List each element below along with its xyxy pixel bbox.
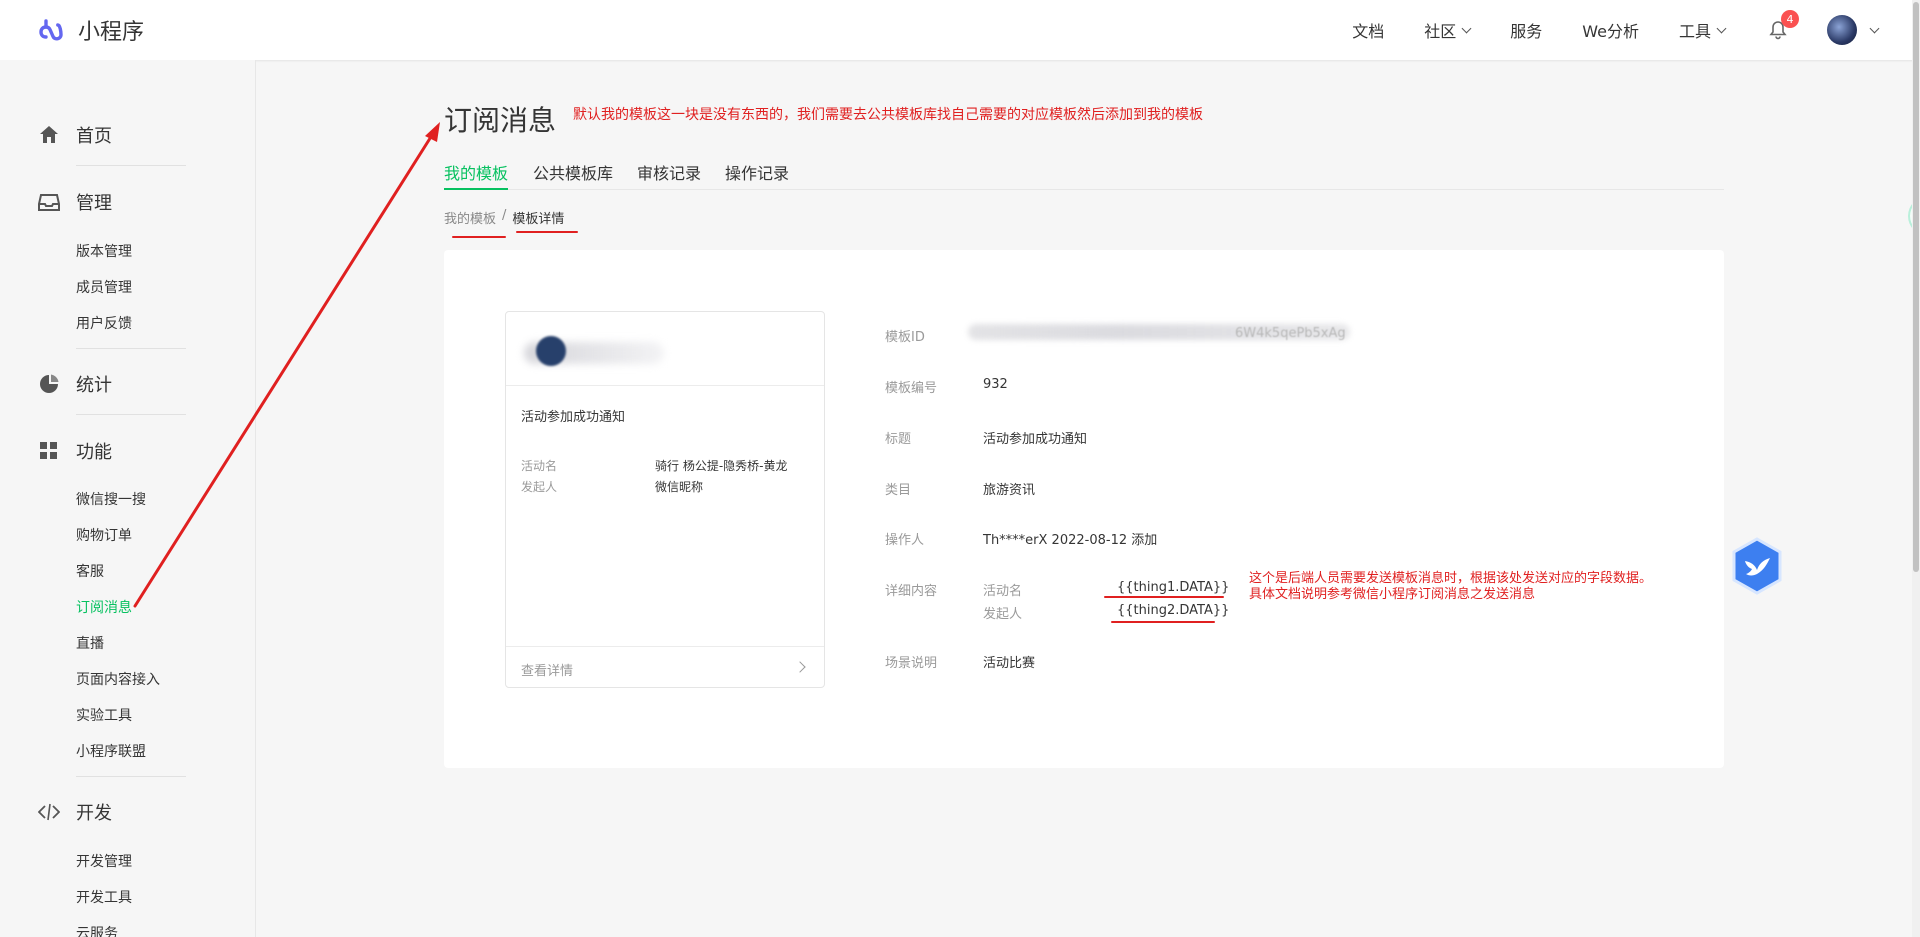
template-operator: Th****erX 2022-08-12 添加 [983,533,1158,548]
home-icon [38,124,60,146]
sidebar-item-page-content[interactable]: 页面内容接入 [76,669,160,689]
sidebar-item-customer-service[interactable]: 客服 [76,561,104,581]
top-nav: 文档 社区 服务 We分析 工具 4 [1312,0,1920,60]
breadcrumb-separator: / [502,208,507,223]
nav-docs[interactable]: 文档 [1352,18,1384,42]
divider [76,348,186,349]
brand-logo[interactable]: 小程序 [38,14,144,46]
sidebar-item-subscribe-message[interactable]: 订阅消息 [76,597,132,617]
preview-header [506,312,824,386]
sidebar-item-orders[interactable]: 购物订单 [76,525,132,545]
field-placeholder: {{thing2.DATA}} [1117,603,1230,618]
sidebar-section-manage[interactable]: 管理 [38,189,112,215]
sidebar-item-feedback[interactable]: 用户反馈 [76,313,132,333]
preview-footer[interactable]: 查看详情 [506,646,824,688]
tab-operation-records[interactable]: 操作记录 [725,160,789,190]
tab-public-library[interactable]: 公共模板库 [533,160,613,190]
sidebar-item-lab-tools[interactable]: 实验工具 [76,705,132,725]
nav-services[interactable]: 服务 [1510,18,1542,42]
nav-community[interactable]: 社区 [1424,18,1472,42]
bird-icon [1732,537,1782,595]
scene-description: 活动比赛 [983,656,1036,671]
notifications-button[interactable]: 4 [1767,10,1799,42]
view-details-link[interactable]: 查看详情 [521,660,573,679]
message-preview-card: 活动参加成功通知 活动名 骑行 杨公提-隐秀桥-黄龙 发起人 微信昵称 查看详情 [505,311,825,688]
annotation-line: 具体文档说明参考微信小程序订阅消息之发送消息 [1249,587,1536,602]
brand-name: 小程序 [78,20,145,45]
sidebar-item-members[interactable]: 成员管理 [76,277,132,297]
sidebar-section-dev[interactable]: 开发 [38,799,112,825]
code-icon [38,801,60,823]
tab-review-records[interactable]: 审核记录 [637,160,701,190]
breadcrumb-current: 模板详情 [512,212,565,227]
annotation-underline [1104,596,1224,598]
avatar [1827,15,1857,45]
chevron-right-icon [794,661,806,673]
divider [76,414,186,415]
sidebar-section-features[interactable]: 功能 [38,438,112,464]
annotation-line: 这个是后端人员需要发送模板消息时，根据该处发送对应的字段数据。 [1249,571,1653,586]
detail-label: 场景说明 [885,656,938,671]
template-id-value: 6W4k5qePb5xAg [1235,326,1346,341]
sidebar-item-alliance[interactable]: 小程序联盟 [76,741,146,761]
annotation-note: 这个是后端人员需要发送模板消息时，根据该处发送对应的字段数据。 具体文档说明参考… [1249,571,1729,603]
inbox-icon [38,191,60,213]
sidebar-item-version[interactable]: 版本管理 [76,241,132,261]
template-title: 活动参加成功通知 [983,432,1088,447]
chevron-down-icon [1461,23,1472,33]
template-number: 932 [983,377,1008,392]
breadcrumb-parent[interactable]: 我的模板 [444,208,496,227]
page-scrollbar[interactable] [1912,0,1920,937]
pie-chart-icon [38,373,60,395]
detail-label: 标题 [885,432,912,447]
field-name: 活动名 [983,584,1023,599]
preview-value: 骑行 杨公提-隐秀桥-黄龙 [655,459,788,473]
scrollbar-thumb[interactable] [1913,2,1919,572]
top-bar: 小程序 文档 社区 服务 We分析 工具 4 [0,0,1920,60]
account-menu[interactable] [1827,15,1880,45]
miniprogram-logo-icon [38,15,68,45]
avatar [536,336,566,366]
sidebar-item-dev-tools[interactable]: 开发工具 [76,887,132,907]
sidebar: 首页 管理 版本管理 成员管理 用户反馈 统计 功能 微信搜一搜 购物订单 客服… [0,60,256,937]
template-category: 旅游资讯 [983,483,1036,498]
page-title: 订阅消息 [444,104,557,137]
chevron-down-icon [1716,23,1727,33]
preview-title: 活动参加成功通知 [521,410,626,425]
divider [76,776,186,777]
tab-my-templates[interactable]: 我的模板 [444,160,509,190]
field-placeholder: {{thing1.DATA}} [1117,580,1230,595]
annotation-underline [1111,621,1215,623]
tab-bar: 我的模板 公共模板库 审核记录 操作记录 [444,160,1724,190]
annotation-underline [516,231,578,233]
nav-we-analytics[interactable]: We分析 [1582,18,1639,42]
detail-label: 模板ID [885,330,925,345]
preview-key: 发起人 [521,480,558,494]
notification-badge: 4 [1781,10,1799,28]
annotation-underline [452,236,506,238]
detail-label: 详细内容 [885,584,938,599]
nav-tools[interactable]: 工具 [1679,18,1727,42]
sidebar-section-stats[interactable]: 统计 [38,371,112,397]
annotation-note: 默认我的模板这一块是没有东西的，我们需要去公共模板库找自己需要的对应模板然后添加… [573,107,1203,123]
breadcrumb: 我的模板 / 模板详情 [444,208,564,227]
sidebar-item-wechat-search[interactable]: 微信搜一搜 [76,489,146,509]
detail-label: 模板编号 [885,381,938,396]
detail-label: 类目 [885,483,912,498]
floating-assistant-button[interactable] [1730,537,1784,595]
sidebar-item-cloud[interactable]: 云服务 [76,923,118,937]
field-name: 发起人 [983,607,1023,622]
detail-label: 操作人 [885,533,925,548]
chevron-down-icon [1869,23,1880,33]
sidebar-item-dev-manage[interactable]: 开发管理 [76,851,132,871]
sidebar-item-live[interactable]: 直播 [76,633,104,653]
preview-key: 活动名 [521,459,558,473]
preview-value: 微信昵称 [655,480,704,494]
grid-icon [38,440,60,462]
divider [76,165,186,166]
sidebar-section-home[interactable]: 首页 [38,122,112,148]
